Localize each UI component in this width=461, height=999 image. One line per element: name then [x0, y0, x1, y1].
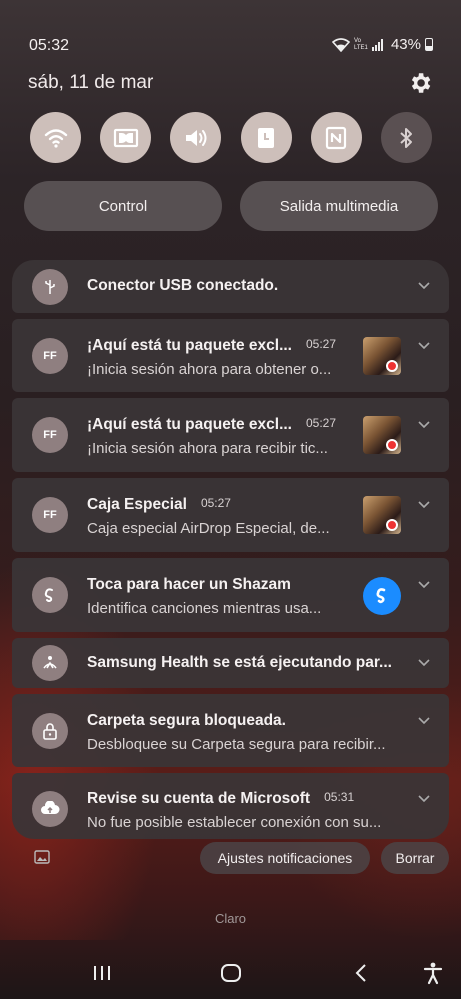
chevron-down-icon[interactable] [417, 339, 431, 353]
qs-clock[interactable] [240, 112, 292, 163]
notification-text: Identifica canciones mientras usa... [87, 600, 322, 617]
wifi-icon [44, 128, 67, 148]
image-icon[interactable] [34, 850, 50, 864]
home-icon [221, 964, 241, 982]
notification-title: Caja Especial 05:27 [87, 496, 231, 513]
health-icon [32, 645, 68, 681]
wifi-status-icon [331, 37, 350, 52]
notification-title: Carpeta segura bloqueada. [87, 712, 286, 729]
sound-icon [185, 129, 207, 146]
home-button[interactable] [218, 960, 244, 986]
back-button[interactable] [348, 960, 374, 986]
recents-icon [94, 966, 110, 980]
settings-gear-icon[interactable] [407, 70, 433, 96]
notification-title: Revise su cuenta de Microsoft 05:31 [87, 790, 355, 807]
notification-actions: Ajustes notificaciones Borrar [0, 842, 461, 874]
shazam-small-icon [32, 577, 68, 613]
ff-app-icon: FF [32, 338, 68, 374]
clock-icon [258, 127, 275, 148]
notification-text: Caja especial AirDrop Especial, de... [87, 520, 330, 537]
cloud-icon [32, 791, 68, 827]
status-bar: 05:32 Vo LTE1 43% [0, 0, 461, 60]
notification-text: No fue posible establecer conexión con s… [87, 814, 382, 831]
quick-settings [30, 112, 432, 164]
network-label: Vo LTE1 [353, 37, 368, 51]
usb-icon [32, 269, 68, 305]
qs-bluetooth[interactable] [380, 112, 432, 163]
accessibility-button[interactable] [420, 960, 446, 986]
qs-dolby[interactable] [100, 112, 152, 163]
chevron-down-icon[interactable] [417, 714, 431, 728]
control-pills: Control Salida multimedia [24, 181, 438, 231]
signal-icon [371, 38, 383, 51]
nfc-icon [326, 126, 347, 149]
notification-microsoft[interactable]: Revise su cuenta de Microsoft 05:31 No fu… [12, 773, 449, 839]
clear-button[interactable]: Borrar [381, 842, 449, 874]
notification-shazam[interactable]: Toca para hacer un Shazam Identifica can… [12, 558, 449, 632]
qs-nfc[interactable] [310, 112, 362, 163]
notification-ff-1[interactable]: FF ¡Aquí está tu paquete excl... 05:27 ¡I… [12, 319, 449, 392]
chevron-down-icon[interactable] [417, 578, 431, 592]
notification-title: Toca para hacer un Shazam [87, 576, 291, 593]
battery-percent: 43% [390, 36, 421, 53]
navigation-bar [0, 950, 461, 995]
carrier-label: Claro [214, 911, 247, 926]
bluetooth-icon [400, 127, 413, 148]
notification-title: Samsung Health se está ejecutando par... [87, 654, 392, 671]
notification-title: Conector USB conectado. [87, 277, 279, 294]
qs-sound[interactable] [170, 112, 222, 163]
game-thumbnail [363, 416, 401, 454]
control-button[interactable]: Control [24, 181, 222, 231]
recents-button[interactable] [89, 960, 115, 986]
notification-title: ¡Aquí está tu paquete excl... 05:27 [87, 416, 337, 433]
chevron-down-icon[interactable] [417, 279, 431, 293]
notification-text: ¡Inicia sesión ahora para recibir tic... [87, 440, 328, 457]
notification-text: ¡Inicia sesión ahora para obtener o... [87, 361, 332, 378]
game-thumbnail [363, 496, 401, 534]
notification-title: ¡Aquí está tu paquete excl... 05:27 [87, 337, 337, 354]
notification-ff-2[interactable]: FF ¡Aquí está tu paquete excl... 05:27 ¡I… [12, 398, 449, 472]
game-thumbnail [363, 337, 401, 375]
date-label: sáb, 11 de mar [28, 72, 154, 93]
chevron-down-icon[interactable] [417, 418, 431, 432]
dolby-icon [113, 128, 138, 147]
qs-wifi[interactable] [30, 112, 81, 163]
battery-icon [425, 38, 433, 51]
back-icon [355, 964, 366, 982]
chevron-down-icon[interactable] [417, 792, 431, 806]
status-icons: Vo LTE1 43% [331, 36, 433, 53]
notification-text: Desbloquee su Carpeta segura para recibi… [87, 736, 386, 753]
notification-health[interactable]: Samsung Health se está ejecutando par... [12, 638, 449, 688]
status-time: 05:32 [29, 37, 70, 54]
accessibility-icon [423, 962, 443, 985]
header: sáb, 11 de mar [28, 70, 433, 98]
notification-ff-3[interactable]: FF Caja Especial 05:27 Caja especial AirD… [12, 478, 449, 552]
chevron-down-icon[interactable] [417, 656, 431, 670]
notification-list: Conector USB conectado. FF ¡Aquí está tu… [12, 260, 449, 845]
ff-app-icon: FF [32, 497, 68, 533]
notification-usb[interactable]: Conector USB conectado. [12, 260, 449, 313]
lock-icon [32, 713, 68, 749]
ff-app-icon: FF [32, 417, 68, 453]
media-output-button[interactable]: Salida multimedia [240, 181, 438, 231]
shazam-icon [363, 577, 401, 615]
chevron-down-icon[interactable] [417, 498, 431, 512]
notification-secure-folder[interactable]: Carpeta segura bloqueada. Desbloquee su … [12, 694, 449, 767]
notification-settings-button[interactable]: Ajustes notificaciones [200, 842, 370, 874]
